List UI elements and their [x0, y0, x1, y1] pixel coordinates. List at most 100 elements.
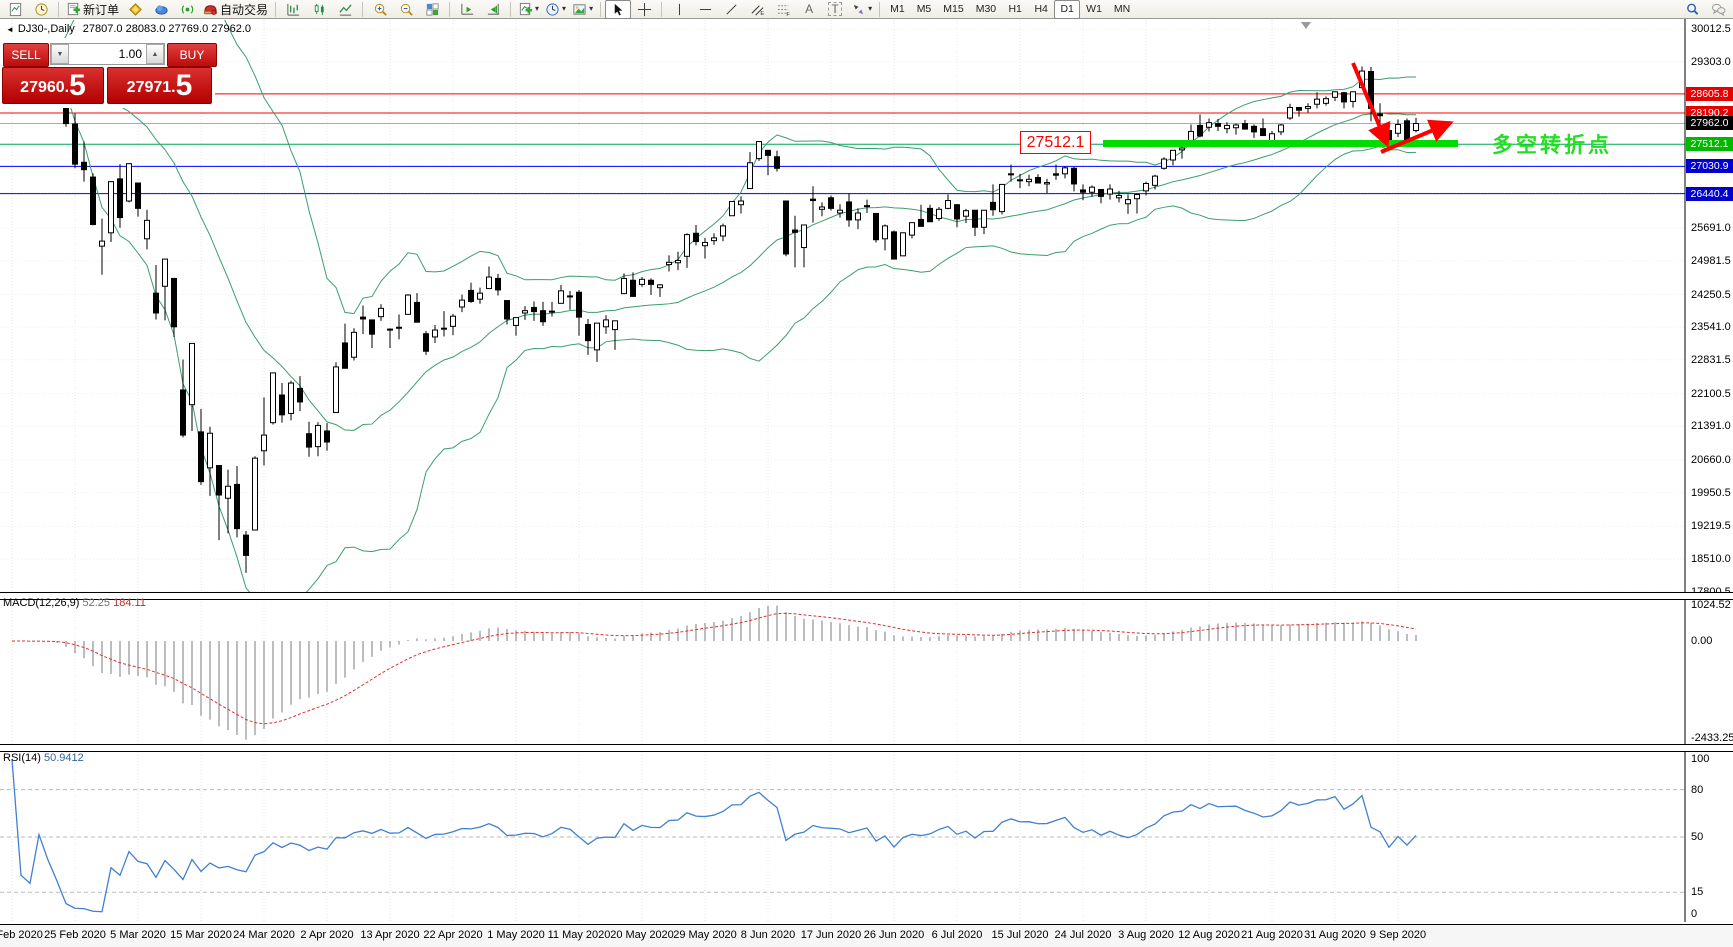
- y-axis-tick: 18510.0: [1691, 553, 1731, 566]
- svg-text:E: E: [760, 11, 764, 17]
- tile-windows-icon: [425, 2, 439, 16]
- line-chart-icon: [338, 3, 352, 16]
- auto-scroll-icon: [460, 3, 473, 15]
- macd-rsi-divider[interactable]: [0, 744, 1733, 752]
- auto-scroll-button[interactable]: [454, 0, 480, 19]
- date-label: 15 Mar 2020: [170, 929, 232, 941]
- signal-icon: [181, 4, 193, 14]
- volume-increase-button[interactable]: ▲: [146, 44, 164, 64]
- chart-shift-button[interactable]: [480, 0, 506, 19]
- date-label: 21 Aug 2020: [1241, 929, 1303, 941]
- buy-price-int: 27971: [126, 79, 172, 96]
- buy-price-tile[interactable]: 27971 . 5: [107, 67, 212, 104]
- signals-button[interactable]: [174, 0, 200, 19]
- date-label: 24 Jul 2020: [1054, 929, 1112, 941]
- fibonacci-tool-button[interactable]: F: [770, 0, 796, 19]
- bar-chart-icon: [286, 3, 299, 16]
- sell-button[interactable]: SELL: [3, 43, 49, 67]
- one-click-trading-panel: SELL ▼ ▲ BUY 27960 . 5 27971 . 5: [0, 38, 217, 108]
- chart-shift-icon: [487, 3, 499, 15]
- toolbar-right: [1679, 0, 1731, 19]
- timeframe-mn[interactable]: MN: [1108, 0, 1136, 19]
- bollinger-bands: [11, 20, 1417, 592]
- date-axis[interactable]: 14 Feb 202025 Feb 2020 5 Mar 2020 15 Mar 2…: [0, 924, 1733, 947]
- search-button[interactable]: [1679, 0, 1705, 19]
- metaeditor-icon: [128, 2, 142, 16]
- timeframe-m1[interactable]: M1: [884, 0, 911, 19]
- cursor-tool-button[interactable]: [605, 0, 632, 19]
- date-label: 24 Mar 2020: [233, 929, 295, 941]
- zoom-out-button[interactable]: [393, 0, 419, 19]
- volume-box: ▼ ▲: [50, 43, 165, 65]
- macd-histogram: [11, 605, 1417, 740]
- templates-button[interactable]: ▾: [569, 0, 596, 19]
- rsi-scale-label: 50: [1691, 831, 1704, 843]
- bar-chart-button[interactable]: [280, 0, 306, 19]
- timeframe-h1[interactable]: H1: [1002, 0, 1028, 19]
- date-label: 22 Apr 2020: [423, 929, 483, 941]
- chevron-down-icon: ▾: [868, 4, 873, 13]
- timeframe-w1[interactable]: W1: [1080, 0, 1108, 19]
- sell-price-frac: 5: [69, 69, 86, 102]
- search-icon: [1686, 3, 1698, 15]
- channel-tool-button[interactable]: E: [744, 0, 770, 19]
- trade-controls-row: SELL ▼ ▲ BUY: [3, 43, 217, 67]
- label-tool-icon: T: [828, 2, 842, 16]
- sell-price-tile[interactable]: 27960 . 5: [2, 67, 104, 104]
- support-price-label: 27512.1: [1020, 131, 1091, 154]
- tile-windows-button[interactable]: [419, 0, 445, 19]
- volume-decrease-button[interactable]: ▼: [51, 44, 69, 64]
- y-axis-tick: 24981.5: [1691, 254, 1731, 267]
- periods-button[interactable]: ▾: [542, 0, 569, 19]
- new-order-button[interactable]: 新订单: [63, 0, 122, 19]
- y-axis-tick: 22831.5: [1691, 353, 1731, 366]
- timeframe-m30[interactable]: M30: [970, 0, 1002, 19]
- timeframe-d1[interactable]: D1: [1054, 0, 1081, 19]
- buy-button[interactable]: BUY: [167, 43, 217, 67]
- chat-button[interactable]: [1705, 0, 1731, 19]
- fibonacci-icon: F: [777, 4, 790, 17]
- indicators-button[interactable]: ▾: [515, 0, 542, 19]
- price-badge: 26440.4: [1686, 186, 1733, 201]
- horizontal-line-tool-button[interactable]: [692, 0, 718, 19]
- zoom-in-button[interactable]: [367, 0, 393, 19]
- chart-title: ◄ DJ30-,Daily 27807.0 28083.0 27769.0 27…: [6, 23, 251, 35]
- profiles-button[interactable]: [28, 0, 54, 19]
- toolbar-separator: [879, 1, 881, 17]
- text-tool-button[interactable]: A: [796, 0, 822, 19]
- autotrading-label: 自动交易: [220, 2, 269, 17]
- new-chart-button[interactable]: [2, 0, 28, 19]
- chevron-down-icon: ▾: [589, 4, 594, 13]
- rsi-scale-label: 15: [1691, 886, 1704, 899]
- trendline-tool-button[interactable]: [718, 0, 744, 19]
- volume-input[interactable]: [69, 46, 146, 62]
- y-axis-tick: 24250.5: [1691, 288, 1731, 301]
- timeframe-m15[interactable]: M15: [937, 0, 969, 19]
- autotrading-button[interactable]: 自动交易: [200, 0, 271, 19]
- chevron-down-icon: ▾: [562, 4, 567, 13]
- y-axis-tick: 30012.5: [1691, 23, 1731, 35]
- date-label: 11 May 2020: [547, 929, 611, 941]
- timeframe-group: M1 M5 M15 M30 H1 H4 D1 W1 MN: [884, 0, 1136, 19]
- macd-scale-label: 1024.52: [1691, 599, 1731, 611]
- chart-macd-divider[interactable]: [0, 592, 1733, 600]
- y-axis-tick: 25691.0: [1691, 222, 1731, 235]
- toolbar-separator: [449, 1, 451, 17]
- chart-shift-marker-icon[interactable]: [1301, 22, 1311, 29]
- buy-price-frac: 5: [175, 69, 193, 102]
- community-button[interactable]: [148, 0, 174, 19]
- line-chart-button[interactable]: [332, 0, 358, 19]
- crosshair-tool-button[interactable]: [631, 0, 657, 19]
- sell-price-int: 27960: [20, 79, 65, 96]
- price-axis[interactable]: 30012.5 29303.0 25691.0 24981.5 24250.5 23541…: [1686, 19, 1733, 924]
- metaeditor-button[interactable]: [122, 0, 148, 19]
- timeframe-m5[interactable]: M5: [911, 0, 938, 19]
- timeframe-h4[interactable]: H4: [1028, 0, 1054, 19]
- candlestick-button[interactable]: [306, 0, 332, 19]
- macd-signal-value: 184.11: [113, 597, 146, 609]
- label-tool-button[interactable]: T: [822, 0, 848, 19]
- arrows-tool-button[interactable]: ▾: [848, 0, 875, 19]
- date-label: 8 Jun 2020: [740, 929, 796, 941]
- vertical-line-tool-button[interactable]: [666, 0, 692, 19]
- price-chart-canvas[interactable]: [0, 0, 1686, 947]
